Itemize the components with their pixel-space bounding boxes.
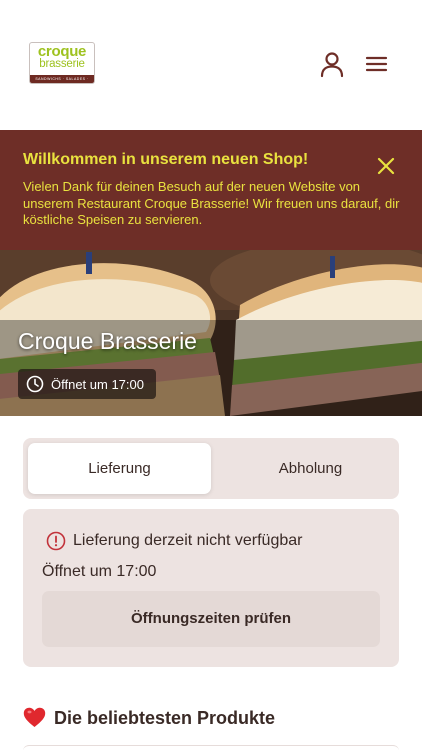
welcome-banner: Willkommen in unserem neuen Shop! Vielen… [0, 130, 422, 250]
tab-delivery[interactable]: Lieferung [28, 443, 211, 494]
delivery-status-card: Lieferung derzeit nicht verfügbar Öffnet… [23, 509, 399, 667]
app-header: croque brasserie SANDWICHS · SALADES · F… [0, 0, 422, 130]
close-icon[interactable] [376, 156, 396, 176]
tab-pickup[interactable]: Abholung [219, 443, 402, 494]
clock-icon [26, 375, 44, 393]
product-card-edge [23, 745, 399, 750]
logo-line-2: brasserie [39, 58, 85, 70]
logo-tagline: SANDWICHS · SALADES · FRENCH [30, 75, 94, 83]
banner-text: Vielen Dank für deinen Besuch auf der ne… [23, 179, 400, 227]
delivery-unavailable-text: Lieferung derzeit nicht verfügbar [73, 532, 303, 549]
menu-icon[interactable] [363, 50, 391, 78]
heart-icon [23, 707, 46, 727]
opening-badge-text: Öffnet um 17:00 [51, 377, 144, 392]
banner-title: Willkommen in unserem neuen Shop! [23, 151, 309, 168]
order-type-tabs: Lieferung Abholung [23, 438, 399, 499]
restaurant-name: Croque Brasserie [18, 328, 197, 354]
check-hours-button[interactable]: Öffnungszeiten prüfen [42, 591, 380, 647]
popular-products-title: Die beliebtesten Produkte [54, 708, 276, 728]
info-circle-icon [46, 531, 66, 551]
user-icon[interactable] [318, 50, 346, 78]
hero-section: Croque Brasserie Öffnet um 17:00 [0, 250, 422, 416]
opens-at-text: Öffnet um 17:00 [42, 563, 157, 580]
brand-logo[interactable]: croque brasserie SANDWICHS · SALADES · F… [29, 42, 95, 84]
opening-badge: Öffnet um 17:00 [18, 369, 156, 399]
